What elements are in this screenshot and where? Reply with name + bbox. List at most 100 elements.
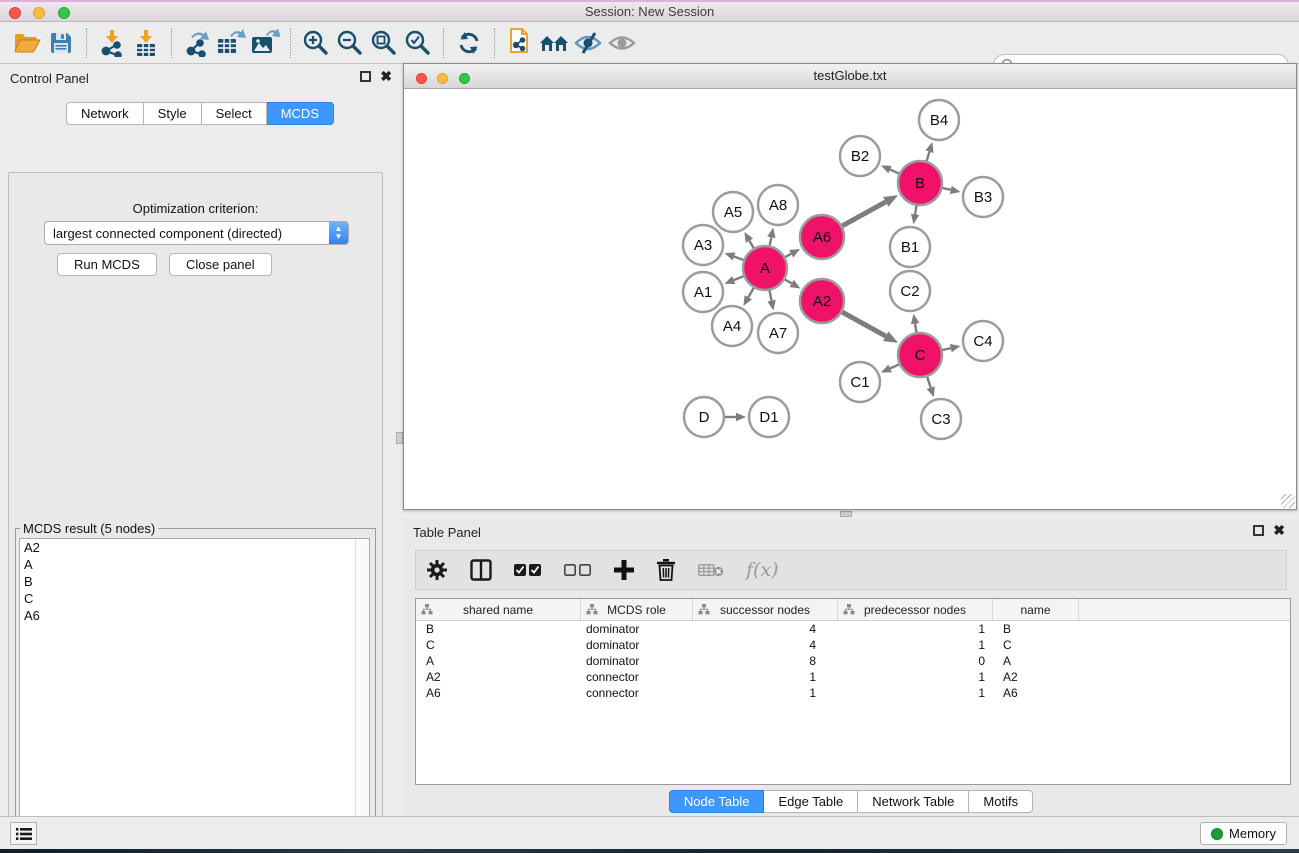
graph-edge-B-B4[interactable] bbox=[927, 152, 930, 161]
cell-mcds-role: connector bbox=[581, 669, 693, 685]
tab-edge-table[interactable]: Edge Table bbox=[764, 790, 858, 813]
graph-edge-A2-C[interactable] bbox=[842, 312, 886, 336]
import-table-icon[interactable] bbox=[129, 27, 163, 59]
header-label: MCDS role bbox=[607, 603, 666, 617]
graph-edge-A-A8[interactable] bbox=[770, 237, 772, 245]
tab-select[interactable]: Select bbox=[202, 102, 267, 125]
memory-button[interactable]: Memory bbox=[1200, 822, 1287, 845]
refresh-icon[interactable] bbox=[452, 27, 486, 59]
mcds-result-item[interactable]: B bbox=[20, 573, 369, 590]
cell-name: C bbox=[993, 637, 1079, 653]
add-column-icon[interactable] bbox=[614, 560, 634, 580]
tab-motifs[interactable]: Motifs bbox=[969, 790, 1033, 813]
export-image-icon[interactable] bbox=[248, 27, 282, 59]
graph-edge-C-C1[interactable] bbox=[890, 364, 899, 368]
minimize-window-button[interactable] bbox=[33, 7, 45, 19]
horizontal-splitter-handle[interactable] bbox=[840, 511, 852, 517]
result-list-scrollbar[interactable] bbox=[355, 539, 369, 853]
export-network-icon[interactable] bbox=[180, 27, 214, 59]
edge-arrowhead-icon bbox=[767, 300, 775, 311]
tab-node-table[interactable]: Node Table bbox=[669, 790, 765, 813]
graph-edge-A-A7[interactable] bbox=[770, 291, 772, 301]
graph-edge-A-A4[interactable] bbox=[748, 288, 753, 297]
close-window-button[interactable] bbox=[9, 7, 21, 19]
save-session-icon[interactable] bbox=[44, 27, 78, 59]
column-layout-icon[interactable] bbox=[470, 559, 492, 581]
deselect-all-checkboxes-icon[interactable] bbox=[564, 563, 592, 577]
column-header-predecessor-nodes[interactable]: predecessor nodes bbox=[838, 599, 993, 620]
table-row[interactable]: C dominator 4 1 C bbox=[416, 637, 1290, 653]
select-all-checkboxes-icon[interactable] bbox=[514, 563, 542, 577]
table-settings-gear-icon[interactable] bbox=[426, 559, 448, 581]
hide-selected-eye-slash-icon[interactable] bbox=[571, 27, 605, 59]
edge-arrowhead-icon bbox=[950, 344, 961, 352]
zoom-fit-icon[interactable] bbox=[367, 27, 401, 59]
function-builder-icon-disabled: f(x) bbox=[746, 559, 779, 581]
mcds-result-item[interactable]: A bbox=[20, 556, 369, 573]
network-window-titlebar[interactable]: testGlobe.txt bbox=[404, 64, 1296, 89]
column-header-name[interactable]: name bbox=[993, 599, 1079, 620]
delete-column-trash-icon[interactable] bbox=[656, 559, 676, 581]
table-row[interactable]: B dominator 4 1 B bbox=[416, 621, 1290, 637]
network-close-button[interactable] bbox=[416, 73, 427, 84]
window-resize-grip[interactable] bbox=[1281, 494, 1295, 508]
table-header-row: shared name MCDS role successor nodes pr… bbox=[416, 599, 1290, 621]
tab-network-table[interactable]: Network Table bbox=[858, 790, 969, 813]
criterion-dropdown[interactable]: largest connected component (directed) ▲… bbox=[44, 221, 349, 245]
graph-node-label-A8: A8 bbox=[769, 197, 787, 214]
graph-edge-A-A5[interactable] bbox=[749, 241, 753, 248]
table-row[interactable]: A6 connector 1 1 A6 bbox=[416, 685, 1290, 701]
graph-edge-C-C3[interactable] bbox=[927, 377, 931, 388]
open-file-icon[interactable] bbox=[10, 27, 44, 59]
graph-node-label-B2: B2 bbox=[851, 148, 869, 165]
mcds-result-group: MCDS result (5 nodes) A2 A B C A6 bbox=[15, 521, 376, 853]
mcds-result-item[interactable]: A2 bbox=[20, 539, 369, 556]
zoom-in-icon[interactable] bbox=[299, 27, 333, 59]
graph-edge-B-B1[interactable] bbox=[915, 206, 916, 215]
vertical-splitter-handle[interactable] bbox=[396, 432, 403, 444]
cell-mcds-role: dominator bbox=[581, 637, 693, 653]
graph-edge-A-A6[interactable] bbox=[785, 254, 791, 257]
graph-edge-B-B3[interactable] bbox=[942, 188, 950, 190]
table-panel: Table Panel ✖ bbox=[403, 518, 1299, 816]
graph-edge-A-A1[interactable] bbox=[734, 276, 744, 280]
close-table-panel-icon[interactable]: ✖ bbox=[1273, 525, 1285, 536]
cell-successor-nodes: 4 bbox=[693, 637, 838, 653]
import-network-icon[interactable] bbox=[95, 27, 129, 59]
graph-edge-C-C4[interactable] bbox=[942, 348, 950, 350]
float-table-panel-icon[interactable] bbox=[1253, 525, 1264, 536]
float-panel-icon[interactable] bbox=[360, 71, 371, 82]
first-neighbors-houses-icon[interactable] bbox=[537, 27, 571, 59]
network-minimize-button[interactable] bbox=[437, 73, 448, 84]
close-panel-button[interactable]: Close panel bbox=[169, 253, 272, 276]
column-header-mcds-role[interactable]: MCDS role bbox=[581, 599, 693, 620]
run-mcds-button[interactable]: Run MCDS bbox=[57, 253, 157, 276]
zoom-out-icon[interactable] bbox=[333, 27, 367, 59]
show-all-eye-icon[interactable] bbox=[605, 27, 639, 59]
column-header-shared-name[interactable]: shared name bbox=[416, 599, 581, 620]
task-history-button[interactable] bbox=[10, 822, 37, 845]
export-table-icon[interactable] bbox=[214, 27, 248, 59]
tab-mcds[interactable]: MCDS bbox=[267, 102, 334, 125]
table-row[interactable]: A dominator 8 0 A bbox=[416, 653, 1290, 669]
edge-arrowhead-icon bbox=[950, 186, 961, 194]
zoom-window-button[interactable] bbox=[58, 7, 70, 19]
graph-edge-A6-B[interactable] bbox=[842, 202, 886, 226]
graph-edge-A-A3[interactable] bbox=[734, 256, 743, 260]
cell-successor-nodes: 4 bbox=[693, 621, 838, 637]
mcds-result-item[interactable]: C bbox=[20, 590, 369, 607]
graph-edge-C-C2[interactable] bbox=[915, 324, 916, 333]
mcds-result-item[interactable]: A6 bbox=[20, 607, 369, 624]
tab-style[interactable]: Style bbox=[144, 102, 202, 125]
zoom-selected-icon[interactable] bbox=[401, 27, 435, 59]
graph-edge-A-A2[interactable] bbox=[785, 280, 792, 284]
network-zoom-button[interactable] bbox=[459, 73, 470, 84]
column-header-successor-nodes[interactable]: successor nodes bbox=[693, 599, 838, 620]
tab-network[interactable]: Network bbox=[66, 102, 144, 125]
table-row[interactable]: A2 connector 1 1 A2 bbox=[416, 669, 1290, 685]
graph-edge-B-B2[interactable] bbox=[890, 170, 899, 174]
new-network-from-selection-icon[interactable] bbox=[503, 27, 537, 59]
network-canvas[interactable]: AA1A2A3A4A5A6A7A8BB1B2B3B4CC1C2C3C4DD1 bbox=[404, 89, 1296, 509]
close-panel-icon[interactable]: ✖ bbox=[380, 71, 392, 82]
cell-shared-name: A bbox=[416, 653, 581, 669]
